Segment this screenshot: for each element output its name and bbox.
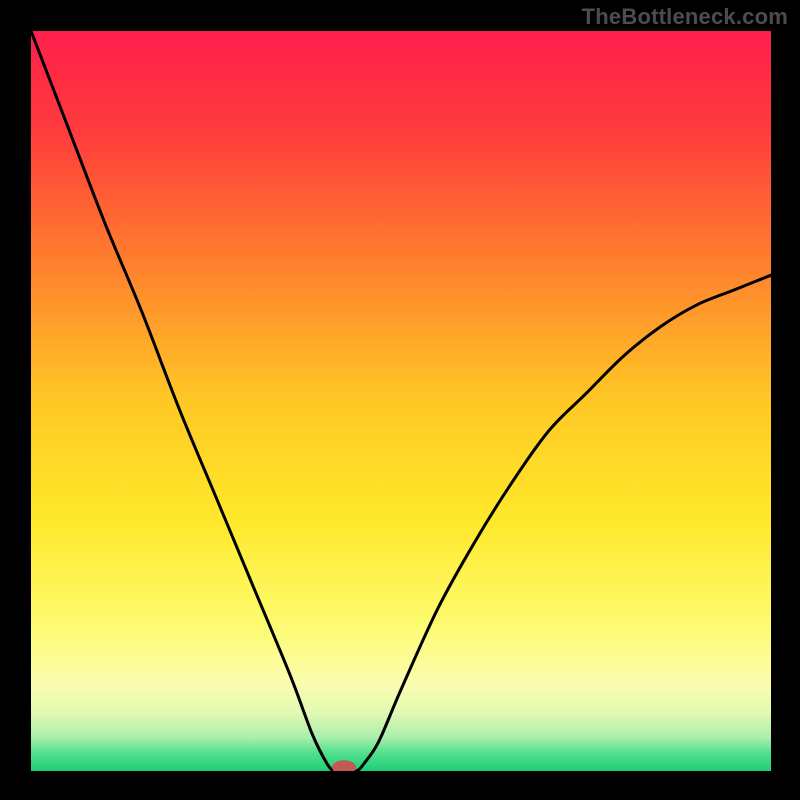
bottleneck-chart bbox=[31, 31, 771, 771]
attribution-text: TheBottleneck.com bbox=[582, 4, 788, 30]
chart-frame: TheBottleneck.com bbox=[0, 0, 800, 800]
gradient-background bbox=[31, 31, 771, 771]
plot-area bbox=[31, 31, 771, 771]
